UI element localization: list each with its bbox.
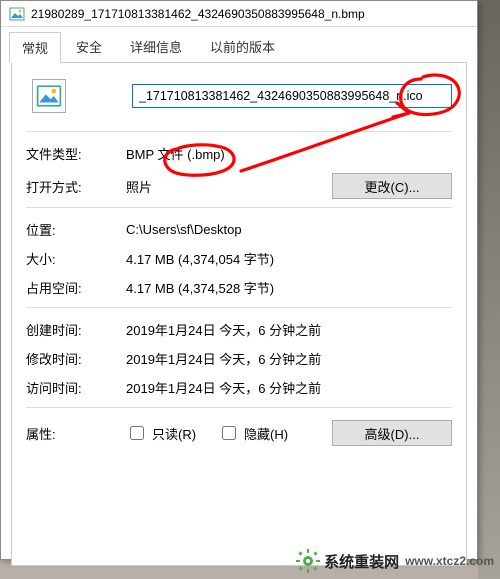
- modified-label: 修改时间:: [26, 349, 126, 368]
- readonly-checkbox[interactable]: [130, 426, 144, 440]
- accessed-label: 访问时间:: [26, 378, 126, 397]
- location-value: C:\Users\sf\Desktop: [126, 222, 452, 237]
- file-large-icon: [32, 79, 66, 113]
- window-title: 21980289_171710813381462_432469035088399…: [31, 7, 365, 21]
- tab-general[interactable]: 常规: [9, 32, 61, 63]
- background-right-strip: [478, 0, 500, 579]
- size-label: 大小:: [26, 249, 126, 268]
- change-button[interactable]: 更改(C)...: [332, 173, 452, 199]
- created-value: 2019年1月24日 今天，6 分钟之前: [126, 320, 452, 339]
- bmp-file-icon: [9, 6, 25, 22]
- openwith-label: 打开方式:: [26, 177, 126, 196]
- filetype-label: 文件类型:: [26, 144, 126, 163]
- filename-input[interactable]: [132, 84, 452, 108]
- sizeondisk-label: 占用空间:: [26, 278, 126, 297]
- tab-previous-versions[interactable]: 以前的版本: [197, 31, 288, 62]
- advanced-button[interactable]: 高级(D)...: [332, 420, 452, 446]
- sizeondisk-value: 4.17 MB (4,374,528 字节): [126, 278, 452, 297]
- hidden-checkbox[interactable]: [222, 426, 236, 440]
- general-panel: 文件类型: BMP 文件 (.bmp) 打开方式: 照片 更改(C)... 位置…: [11, 62, 467, 566]
- titlebar: 21980289_171710813381462_432469035088399…: [1, 1, 477, 27]
- location-label: 位置:: [26, 220, 126, 239]
- modified-value: 2019年1月24日 今天，6 分钟之前: [126, 349, 452, 368]
- created-label: 创建时间:: [26, 320, 126, 339]
- openwith-value: 照片: [126, 177, 332, 196]
- hidden-label: 隐藏(H): [244, 424, 288, 443]
- separator: [26, 407, 452, 408]
- readonly-label: 只读(R): [152, 424, 196, 443]
- separator: [26, 207, 452, 208]
- tabstrip: 常规 安全 详细信息 以前的版本: [1, 27, 477, 62]
- tab-security[interactable]: 安全: [63, 31, 115, 62]
- readonly-checkbox-wrap[interactable]: 只读(R): [126, 423, 196, 443]
- attributes-label: 属性:: [26, 424, 126, 443]
- size-value: 4.17 MB (4,374,054 字节): [126, 249, 452, 268]
- hidden-checkbox-wrap[interactable]: 隐藏(H): [218, 423, 288, 443]
- filetype-value: BMP 文件 (.bmp): [126, 144, 452, 163]
- accessed-value: 2019年1月24日 今天，6 分钟之前: [126, 378, 452, 397]
- tab-details[interactable]: 详细信息: [117, 31, 195, 62]
- properties-window: 21980289_171710813381462_432469035088399…: [0, 0, 478, 560]
- separator: [26, 307, 452, 308]
- separator: [26, 131, 452, 132]
